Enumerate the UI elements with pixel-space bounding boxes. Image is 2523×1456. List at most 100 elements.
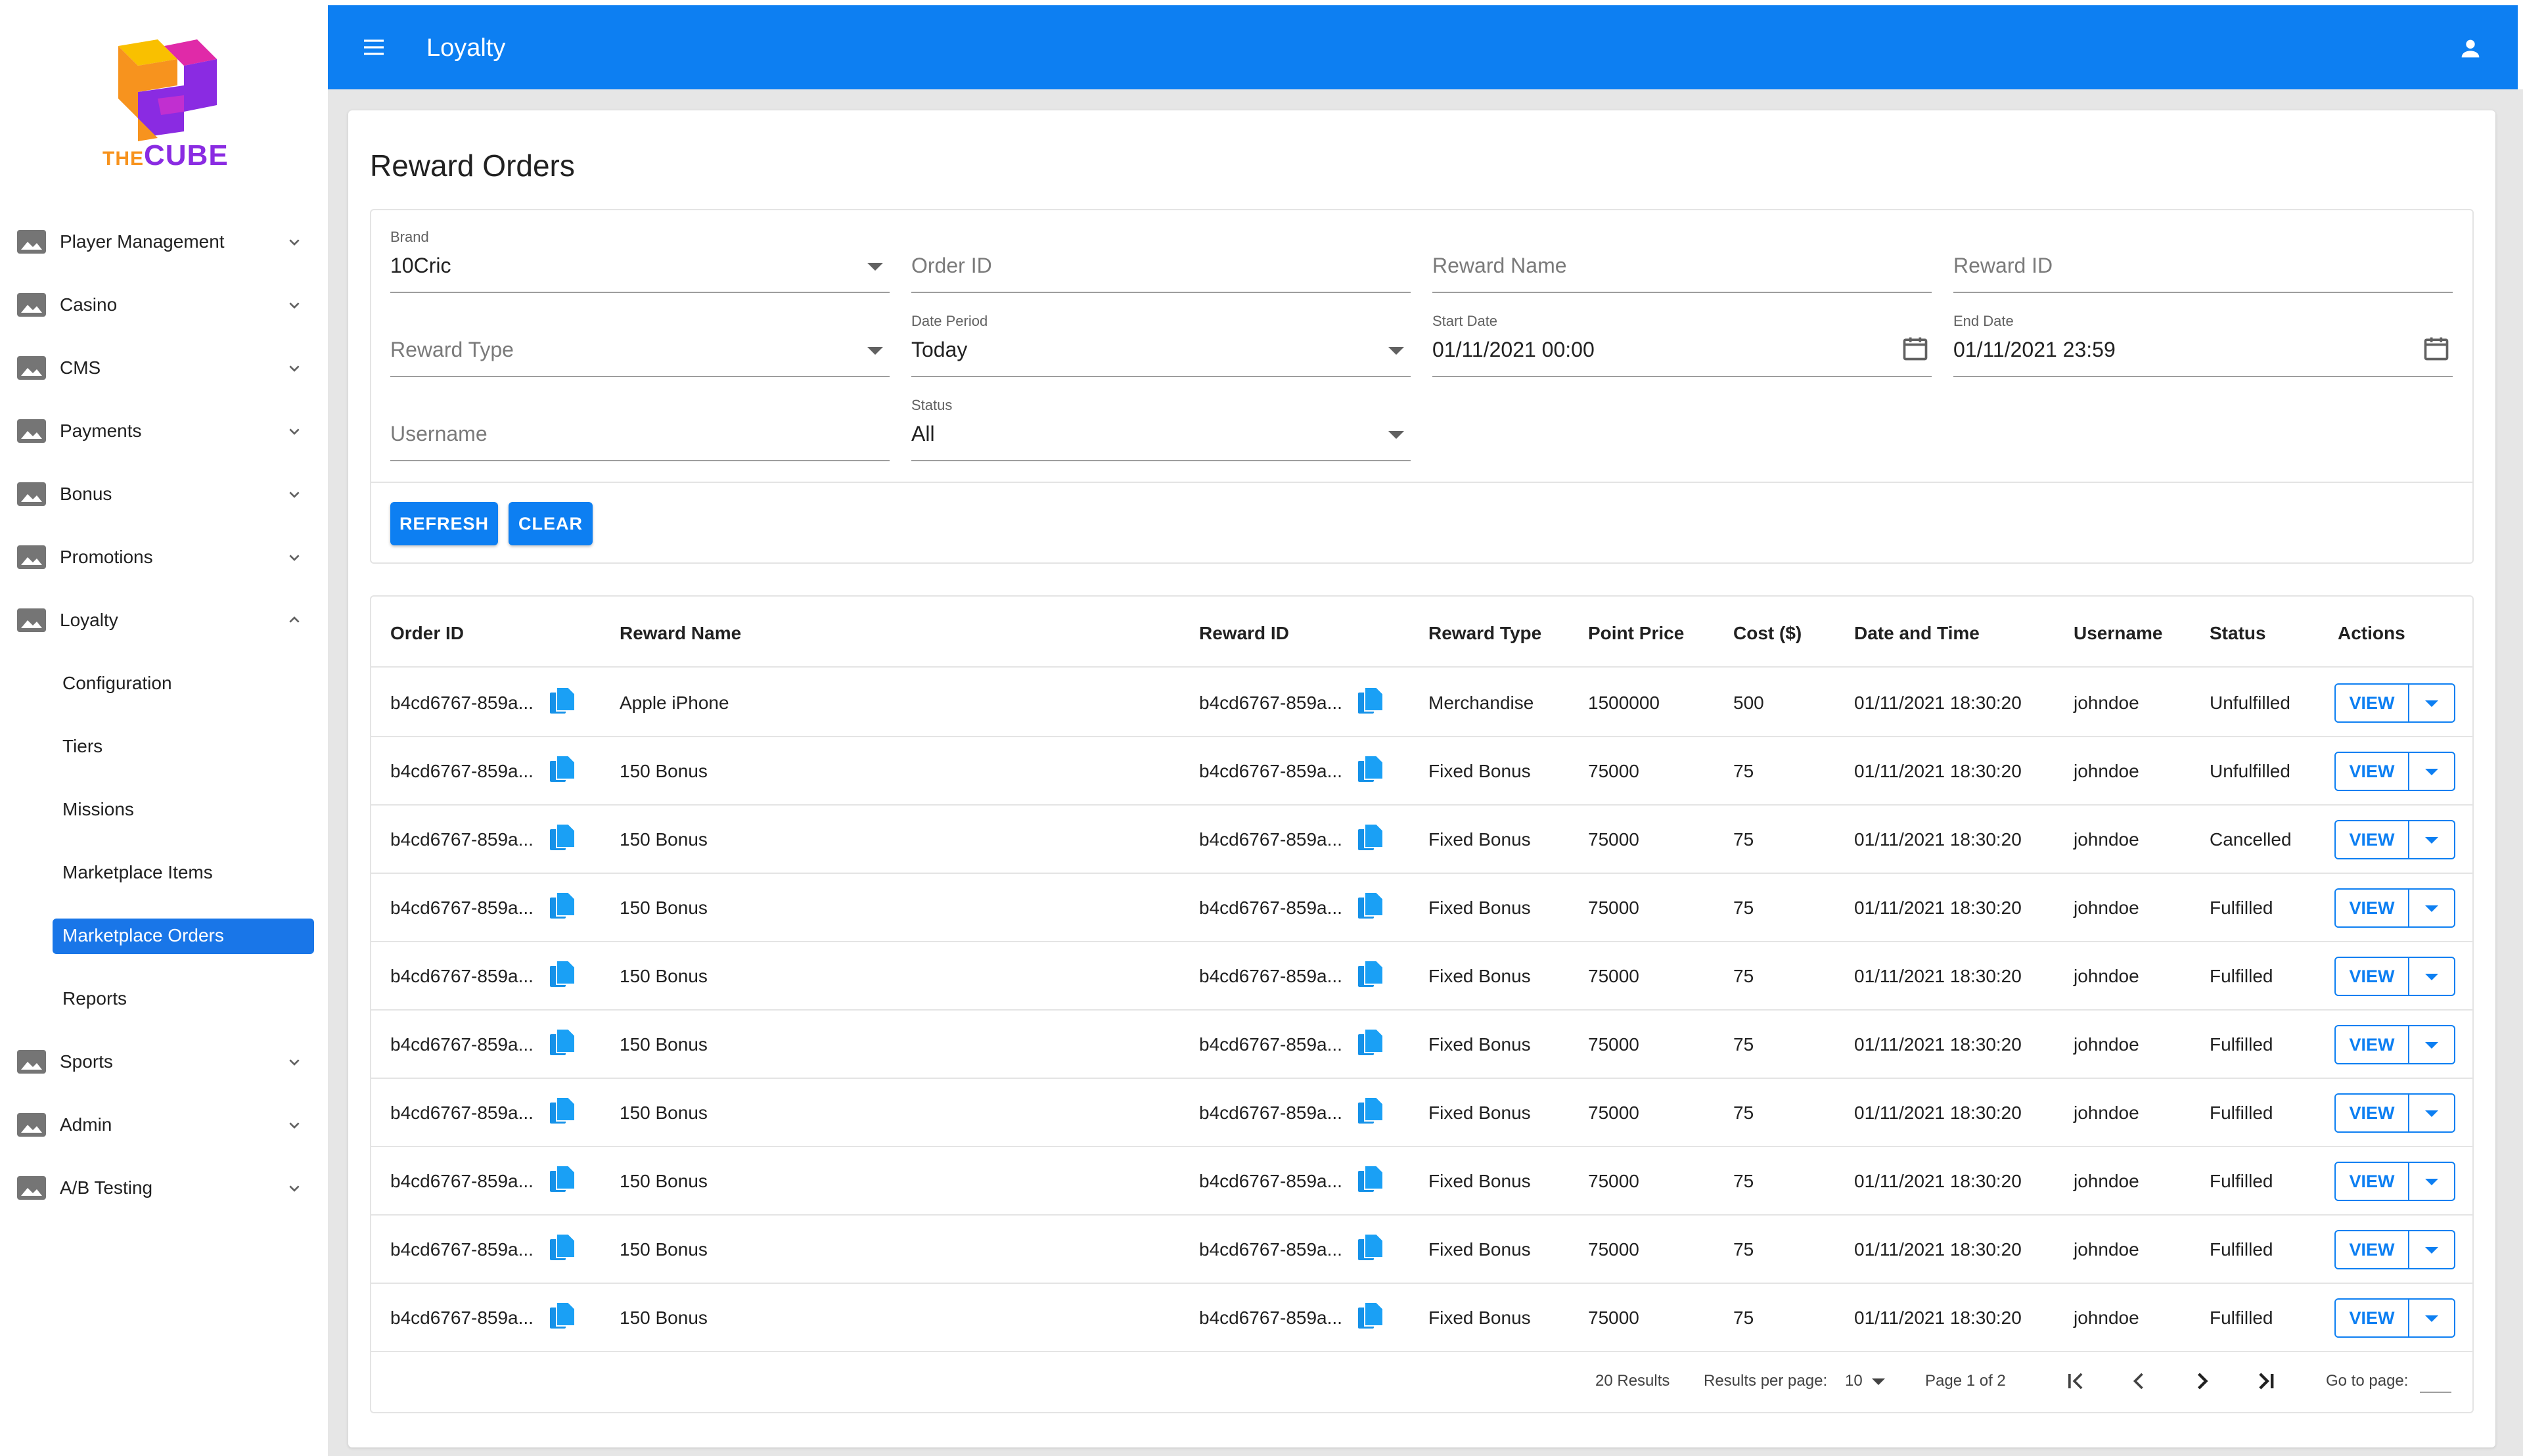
copy-order-id-icon[interactable] <box>547 891 576 924</box>
view-dropdown-button[interactable] <box>2409 685 2454 721</box>
copy-order-id-icon[interactable] <box>547 1028 576 1060</box>
calendar-icon[interactable] <box>2422 334 2451 363</box>
sidebar-subitem-label: Marketplace Items <box>62 862 213 882</box>
view-dropdown-button[interactable] <box>2409 821 2454 858</box>
cell-status: Fulfilled <box>2210 966 2273 986</box>
sidebar-item-cms[interactable]: CMS <box>0 336 328 399</box>
column-header-reward-name[interactable]: Reward Name <box>620 623 741 644</box>
view-dropdown-button[interactable] <box>2409 1163 2454 1200</box>
cell-order-id: b4cd6767-859a... <box>390 1308 534 1328</box>
copy-reward-id-icon[interactable] <box>1355 823 1384 855</box>
sidebar-item-payments[interactable]: Payments <box>0 399 328 463</box>
column-header-reward-id[interactable]: Reward ID <box>1199 623 1289 644</box>
status-select[interactable]: Status All <box>891 377 1411 461</box>
clear-button[interactable]: CLEAR <box>509 502 593 545</box>
view-button[interactable]: VIEW <box>2336 1231 2409 1268</box>
reward-type-select[interactable]: Reward Type <box>370 293 890 377</box>
copy-reward-id-icon[interactable] <box>1355 1301 1384 1334</box>
page-info: Page 1 of 2 <box>1925 1372 2006 1390</box>
account-icon[interactable] <box>2457 35 2484 62</box>
view-button[interactable]: VIEW <box>2336 753 2409 790</box>
copy-reward-id-icon[interactable] <box>1355 891 1384 924</box>
copy-reward-id-icon[interactable] <box>1355 686 1384 719</box>
view-button[interactable]: VIEW <box>2336 1163 2409 1200</box>
copy-order-id-icon[interactable] <box>547 1164 576 1197</box>
view-dropdown-button[interactable] <box>2409 890 2454 926</box>
cell-cost: 75 <box>1733 1308 1754 1328</box>
username-input[interactable]: Username <box>370 377 890 461</box>
calendar-icon[interactable] <box>1901 334 1930 363</box>
view-button[interactable]: VIEW <box>2336 821 2409 858</box>
reward-name-input[interactable]: Reward Name <box>1412 209 1932 293</box>
sidebar-subitem-marketplace-items[interactable]: Marketplace Items <box>0 841 328 904</box>
sidebar-subitem-configuration[interactable]: Configuration <box>0 652 328 715</box>
sidebar-item-sports[interactable]: Sports <box>0 1030 328 1093</box>
sidebar-subitem-reports[interactable]: Reports <box>0 967 328 1030</box>
sidebar-item-label: A/B Testing <box>60 1177 153 1198</box>
column-header-date-time[interactable]: Date and Time <box>1854 623 1980 644</box>
end-date-input[interactable]: End Date 01/11/2021 23:59 <box>1933 293 2453 377</box>
sidebar-item-ab-testing[interactable]: A/B Testing <box>0 1156 328 1219</box>
copy-reward-id-icon[interactable] <box>1355 1096 1384 1129</box>
sidebar-subitem-missions[interactable]: Missions <box>0 778 328 841</box>
copy-order-id-icon[interactable] <box>547 959 576 992</box>
results-per-page-select[interactable]: 10 <box>1845 1372 1863 1390</box>
column-header-reward-type[interactable]: Reward Type <box>1428 623 1541 644</box>
column-header-cost[interactable]: Cost ($) <box>1733 623 1802 644</box>
brand-select[interactable]: Brand 10Cric <box>370 209 890 293</box>
order-id-input[interactable]: Order ID <box>891 209 1411 293</box>
column-header-point-price[interactable]: Point Price <box>1588 623 1684 644</box>
view-dropdown-button[interactable] <box>2409 958 2454 995</box>
sidebar-subitem-tiers[interactable]: Tiers <box>0 715 328 778</box>
view-dropdown-button[interactable] <box>2409 1300 2454 1336</box>
copy-order-id-icon[interactable] <box>547 1233 576 1265</box>
view-dropdown-button[interactable] <box>2409 753 2454 790</box>
sidebar-item-bonus[interactable]: Bonus <box>0 463 328 526</box>
copy-reward-id-icon[interactable] <box>1355 1164 1384 1197</box>
column-header-order-id[interactable]: Order ID <box>390 623 464 644</box>
view-button[interactable]: VIEW <box>2336 1300 2409 1336</box>
copy-order-id-icon[interactable] <box>547 823 576 855</box>
view-dropdown-button[interactable] <box>2409 1231 2454 1268</box>
chevron-down-icon <box>289 491 300 498</box>
copy-reward-id-icon[interactable] <box>1355 754 1384 787</box>
view-button[interactable]: VIEW <box>2336 1095 2409 1131</box>
sidebar-item-player-management[interactable]: Player Management <box>0 210 328 273</box>
copy-order-id-icon[interactable] <box>547 1096 576 1129</box>
menu-icon[interactable] <box>361 34 387 60</box>
view-dropdown-button[interactable] <box>2409 1095 2454 1131</box>
copy-reward-id-icon[interactable] <box>1355 959 1384 992</box>
sidebar-item-admin[interactable]: Admin <box>0 1093 328 1156</box>
go-to-page-input[interactable] <box>2420 1371 2451 1393</box>
copy-reward-id-icon[interactable] <box>1355 1028 1384 1060</box>
copy-order-id-icon[interactable] <box>547 686 576 719</box>
view-button[interactable]: VIEW <box>2336 890 2409 926</box>
previous-page-icon[interactable] <box>2124 1367 2153 1396</box>
sidebar-item-promotions[interactable]: Promotions <box>0 526 328 589</box>
chevron-down-icon <box>289 1185 300 1192</box>
date-period-select[interactable]: Date Period Today <box>891 293 1411 377</box>
copy-order-id-icon[interactable] <box>547 1301 576 1334</box>
column-header-status[interactable]: Status <box>2210 623 2266 644</box>
start-date-input[interactable]: Start Date 01/11/2021 00:00 <box>1412 293 1932 377</box>
next-page-icon[interactable] <box>2188 1367 2217 1396</box>
cell-reward-type: Merchandise <box>1428 693 1534 713</box>
chevron-down-icon <box>289 1059 300 1066</box>
sidebar-subitem-marketplace-orders[interactable]: Marketplace Orders <box>0 904 328 967</box>
sidebar-item-loyalty[interactable]: Loyalty <box>0 589 328 652</box>
view-button[interactable]: VIEW <box>2336 1026 2409 1063</box>
copy-order-id-icon[interactable] <box>547 754 576 787</box>
view-button[interactable]: VIEW <box>2336 685 2409 721</box>
view-button[interactable]: VIEW <box>2336 958 2409 995</box>
view-dropdown-button[interactable] <box>2409 1026 2454 1063</box>
refresh-button[interactable]: REFRESH <box>390 502 498 545</box>
last-page-icon[interactable] <box>2252 1367 2281 1396</box>
first-page-icon[interactable] <box>2061 1367 2090 1396</box>
copy-reward-id-icon[interactable] <box>1355 1233 1384 1265</box>
caret-down-icon <box>2425 1110 2438 1117</box>
dropdown-caret-icon[interactable] <box>1872 1378 1885 1385</box>
column-header-username[interactable]: Username <box>2074 623 2162 644</box>
reward-id-input[interactable]: Reward ID <box>1933 209 2453 293</box>
status-label: Status <box>911 397 953 413</box>
sidebar-item-casino[interactable]: Casino <box>0 273 328 336</box>
